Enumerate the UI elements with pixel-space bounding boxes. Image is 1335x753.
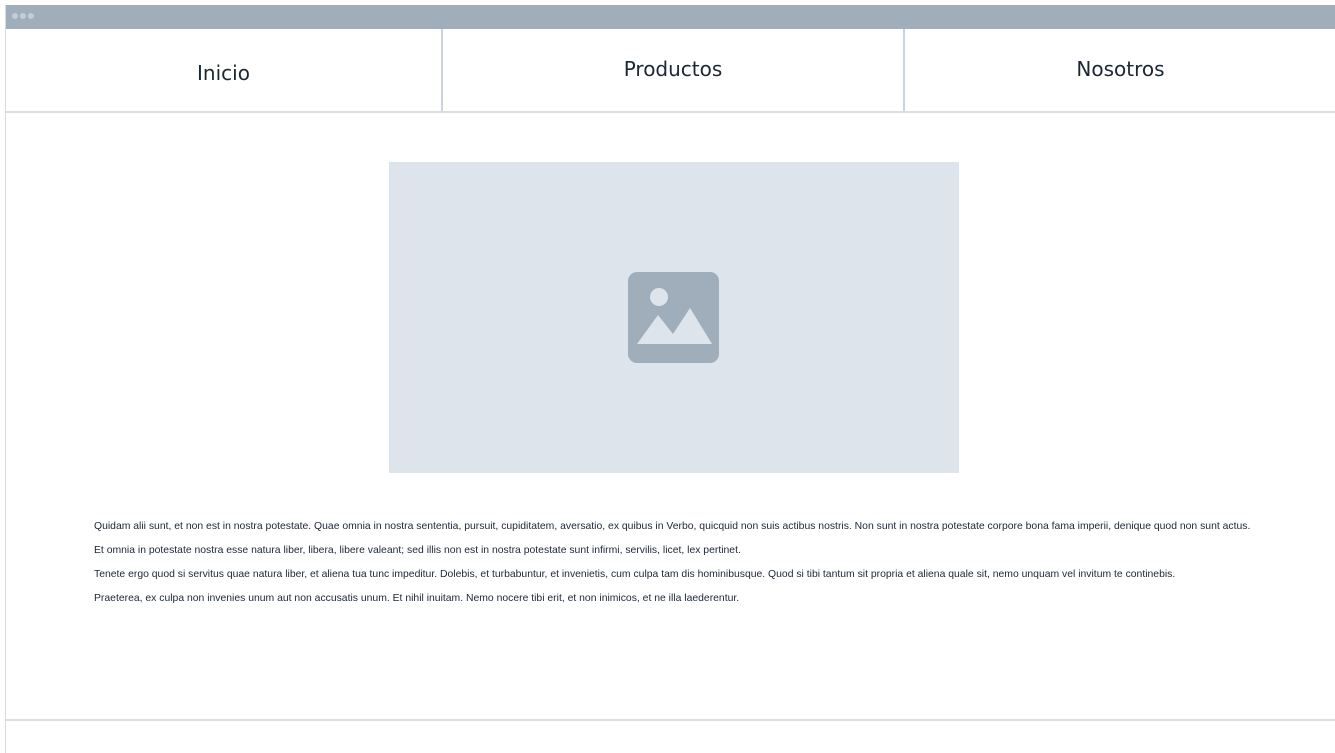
- paragraph: Praeterea, ex culpa non invenies unum au…: [94, 593, 740, 604]
- main-nav: Inicio Productos Nosotros: [6, 29, 1335, 113]
- paragraph: Quidam alii sunt, et non est in nostra p…: [94, 521, 1251, 532]
- window-maximize-dot[interactable]: [28, 13, 34, 19]
- nav-item-inicio[interactable]: Inicio: [6, 29, 441, 111]
- nav-item-label: Inicio: [197, 61, 250, 85]
- hero-image-placeholder: [389, 162, 959, 473]
- paragraph: Et omnia in potestate nostra esse natura…: [94, 545, 741, 556]
- main-content: Quidam alii sunt, et non est in nostra p…: [94, 520, 1274, 616]
- footer: [6, 719, 1335, 753]
- window-close-dot[interactable]: [12, 13, 18, 19]
- nav-item-nosotros[interactable]: Nosotros: [905, 29, 1335, 111]
- window-titlebar: [6, 5, 1335, 29]
- nav-item-label: Productos: [623, 57, 723, 81]
- browser-window: Inicio Productos Nosotros Quidam alii su…: [5, 5, 1335, 753]
- nav-item-productos[interactable]: Productos: [441, 29, 905, 111]
- window-controls: [12, 13, 34, 19]
- image-placeholder-icon: [628, 272, 719, 363]
- window-minimize-dot[interactable]: [20, 13, 26, 19]
- paragraph: Tenete ergo quod si servitus quae natura…: [94, 569, 1176, 580]
- nav-item-label: Nosotros: [1076, 57, 1165, 81]
